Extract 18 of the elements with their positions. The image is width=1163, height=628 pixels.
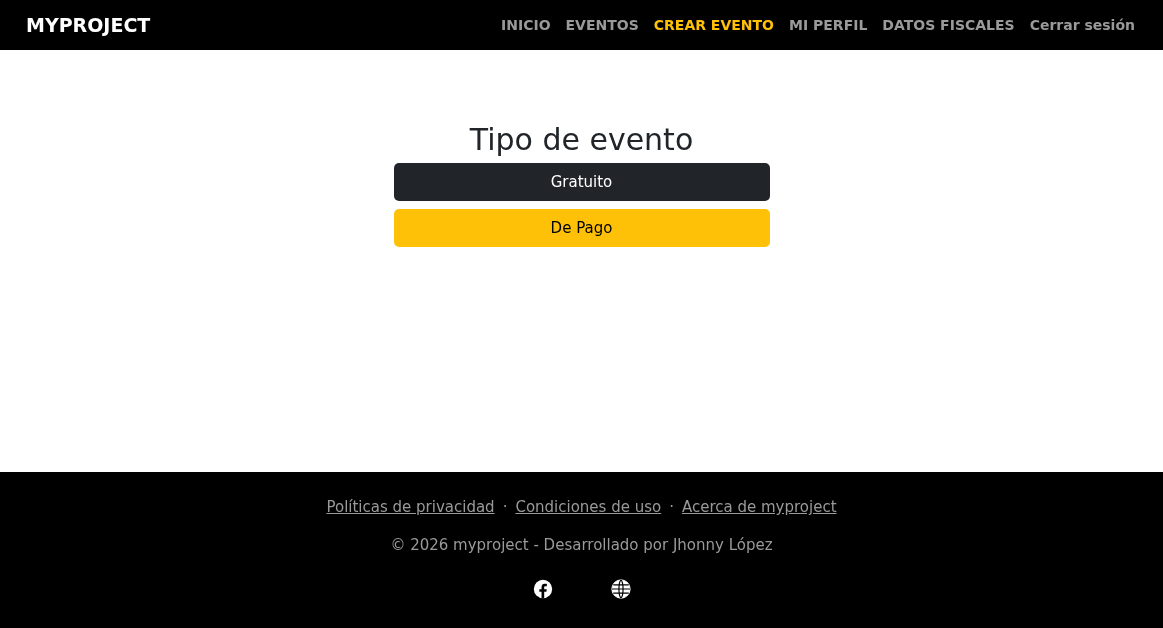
globe-icon[interactable] [609, 578, 632, 600]
separator: · [502, 498, 508, 516]
event-type-button[interactable]: De Pago [393, 209, 770, 247]
brand-logo[interactable]: MYPROJECT [26, 14, 151, 36]
copyright-text: © 2026 myproject - Desarrollado por Jhonny López [390, 536, 773, 554]
facebook-icon[interactable] [531, 578, 554, 600]
nav-link[interactable]: MI PERFIL [789, 17, 868, 33]
footer-link[interactable]: Acerca de myproject [681, 498, 837, 516]
nav-link[interactable]: Cerrar sesión [1029, 17, 1135, 33]
nav-link[interactable]: INICIO [501, 17, 551, 33]
nav-link[interactable]: CREAR EVENTO [653, 17, 774, 33]
footer-link[interactable]: Políticas de privacidad [326, 498, 495, 516]
nav-link[interactable]: DATOS FISCALES [882, 17, 1015, 33]
nav-link[interactable]: EVENTOS [565, 17, 639, 33]
footer-link[interactable]: Condiciones de uso [515, 498, 662, 516]
page-title: Tipo de evento [469, 122, 694, 157]
event-type-button[interactable]: Gratuito [393, 163, 770, 201]
separator: · [669, 498, 674, 516]
